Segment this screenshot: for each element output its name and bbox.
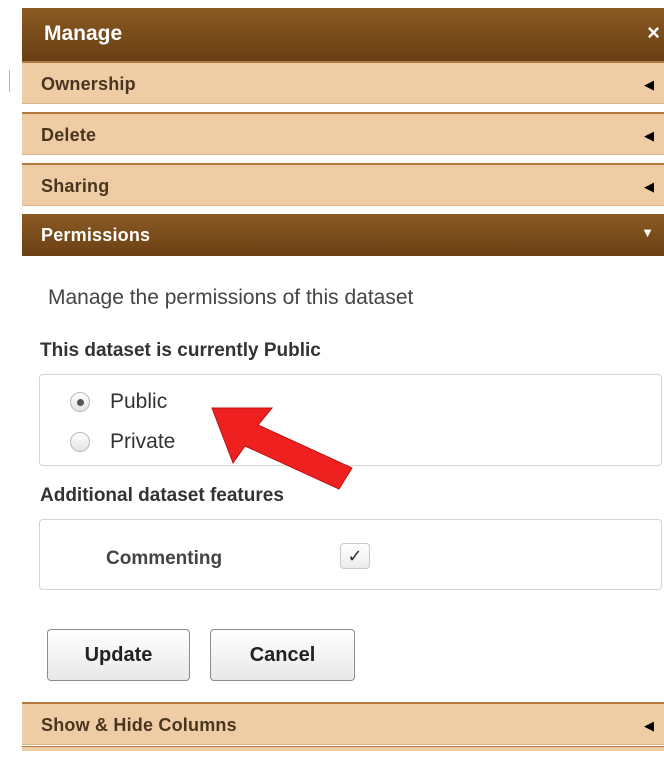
close-icon[interactable]: × [647, 20, 660, 46]
section-label: Delete [41, 125, 97, 145]
commenting-label: Commenting [106, 548, 223, 569]
cancel-button[interactable]: Cancel [210, 629, 355, 681]
panel-header: Manage × [22, 8, 664, 61]
section-label: Ownership [41, 74, 136, 94]
section-show-hide-columns[interactable]: Show & Hide Columns ◀ [22, 702, 664, 745]
section-permissions[interactable]: Permissions ▼ [22, 214, 664, 257]
permissions-description: Manage the permissions of this dataset [48, 286, 414, 309]
features-heading: Additional dataset features [40, 485, 284, 506]
status-heading: This dataset is currently Public [40, 340, 321, 361]
section-sharing[interactable]: Sharing ◀ [22, 163, 664, 206]
update-button[interactable]: Update [47, 629, 190, 681]
section-label: Sharing [41, 176, 110, 196]
option-public[interactable]: Public [70, 389, 167, 415]
option-private[interactable]: Private [70, 429, 175, 455]
expanded-arrow-icon: ▼ [641, 225, 654, 240]
window-edge [9, 70, 10, 92]
commenting-checkbox[interactable]: ✓ [340, 543, 370, 569]
public-label: Public [110, 390, 168, 413]
section-label: Show & Hide Columns [41, 715, 237, 735]
private-label: Private [110, 430, 176, 453]
collapsed-arrow-icon: ◀ [644, 179, 654, 194]
panel-title: Manage [44, 22, 123, 45]
visibility-options-box: Public Private [39, 374, 662, 466]
features-box: Commenting ✓ [39, 519, 662, 590]
collapsed-arrow-icon: ◀ [644, 77, 654, 92]
public-radio[interactable] [70, 392, 90, 412]
private-radio[interactable] [70, 432, 90, 452]
collapsed-arrow-icon: ◀ [644, 128, 654, 143]
bottom-section-edge [22, 746, 664, 751]
section-delete[interactable]: Delete ◀ [22, 112, 664, 155]
manage-panel: Manage × Ownership ◀ Delete ◀ Sharing ◀ … [22, 8, 664, 758]
collapsed-arrow-icon: ◀ [644, 718, 654, 733]
section-ownership[interactable]: Ownership ◀ [22, 61, 664, 104]
section-label: Permissions [41, 225, 151, 245]
